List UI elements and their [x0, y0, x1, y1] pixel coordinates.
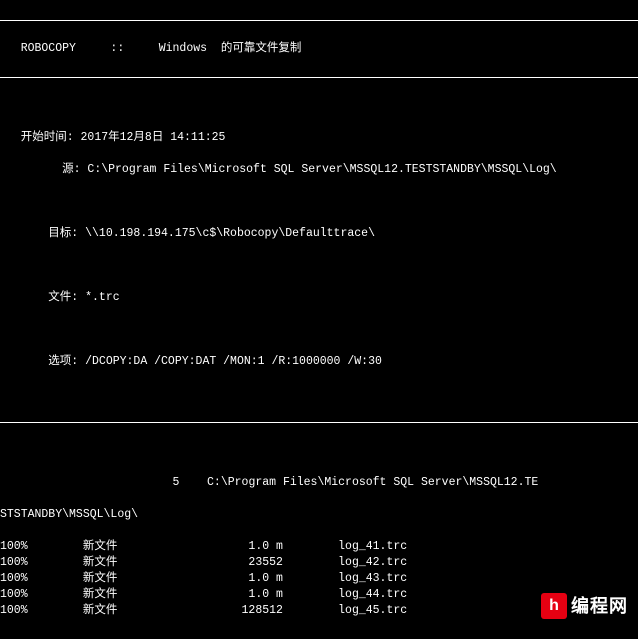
options-label: 选项: [0, 355, 78, 368]
target-label: 目标: [0, 227, 78, 240]
file-row: 100% 新文件 1.0 m log_41.trc [0, 539, 638, 555]
files-pattern: *.trc [78, 291, 119, 304]
source-path: C:\Program Files\Microsoft SQL Server\MS… [81, 163, 557, 176]
watermark: h 编程网 [541, 593, 628, 619]
watermark-logo-icon: h [541, 593, 567, 619]
files-label: 文件: [0, 291, 78, 304]
file-row: 100% 新文件 1.0 m log_43.trc [0, 571, 638, 587]
tool-header: ROBOCOPY :: Windows 的可靠文件复制 [0, 41, 638, 57]
start-time-label: 开始时间: [0, 131, 74, 144]
watermark-brand: 编程网 [571, 598, 628, 614]
target-path: \\10.198.194.175\c$\Robocopy\Defaulttrac… [78, 227, 375, 240]
options-value: /DCOPY:DA /COPY:DAT /MON:1 /R:1000000 /W… [78, 355, 382, 368]
terminal-output: ROBOCOPY :: Windows 的可靠文件复制 开始时间: 2017年1… [0, 0, 638, 639]
dir-scan-line: 5 C:\Program Files\Microsoft SQL Server\… [0, 475, 638, 491]
file-row: 100% 新文件 23552 log_42.trc [0, 555, 638, 571]
start-time: 2017年12月8日 14:11:25 [74, 131, 226, 144]
source-label: 源: [0, 163, 81, 176]
dir-scan-wrap: STSTANDBY\MSSQL\Log\ [0, 507, 638, 523]
